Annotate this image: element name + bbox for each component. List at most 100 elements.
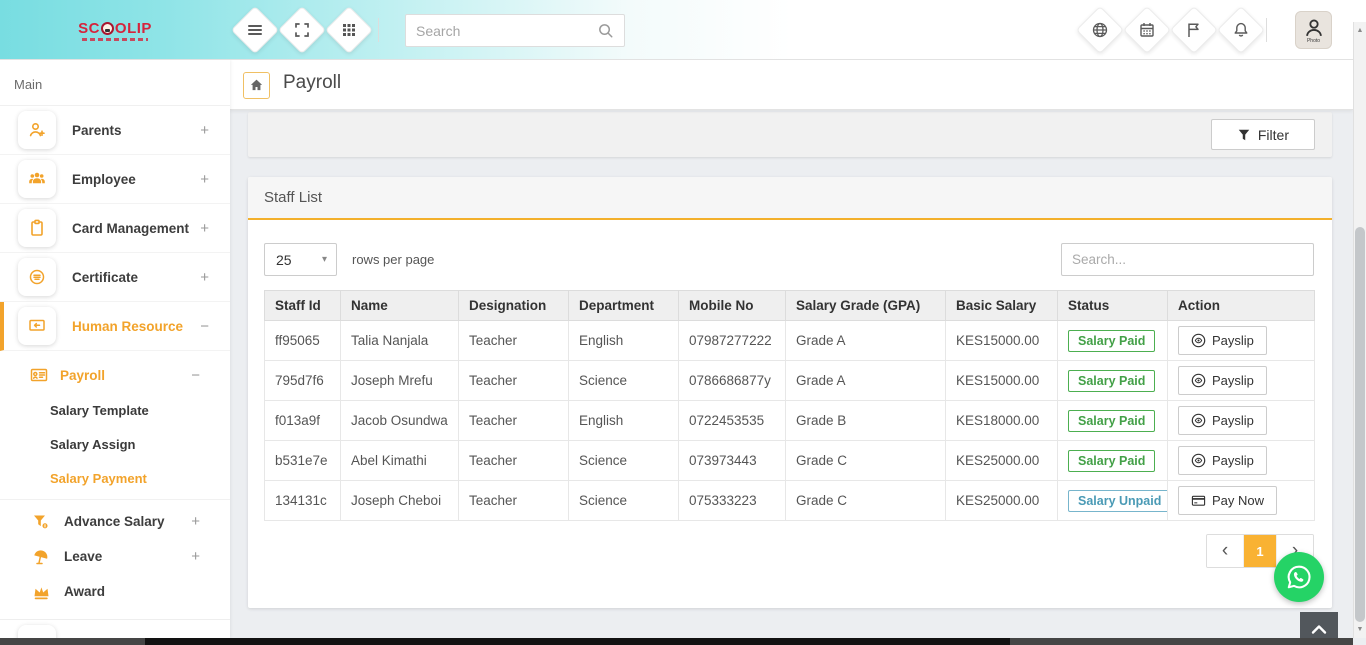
sidebar-item-parents[interactable]: Parents + (0, 106, 230, 155)
sidebar-item-payroll[interactable]: Payroll − (0, 357, 230, 393)
table-row: 795d7f6 Joseph Mrefu Teacher Science 078… (265, 361, 1315, 401)
notifications-button[interactable] (1217, 6, 1265, 54)
sidebar-item-employee[interactable]: Employee + (0, 155, 230, 204)
horizontal-scrollbar-thumb[interactable] (145, 638, 1010, 645)
payslip-button[interactable]: Payslip (1178, 326, 1267, 355)
logo[interactable]: SC OLIP (0, 0, 230, 60)
pagination-page-1-button[interactable]: 1 (1243, 535, 1277, 567)
page-title: Payroll (283, 72, 341, 94)
sidebar-item-label: Award (64, 584, 105, 599)
rows-per-page-select[interactable]: 25 ▾ (264, 243, 337, 276)
expand-plus-icon: + (191, 548, 200, 565)
table-row: ff95065 Talia Nanjala Teacher English 07… (265, 321, 1315, 361)
eye-icon (1191, 333, 1206, 348)
user-avatar-button[interactable]: Photo (1295, 11, 1332, 49)
cell-name: Talia Nanjala (341, 321, 459, 361)
sidebar-item-salary-template[interactable]: Salary Template (0, 393, 230, 427)
status-badge: Salary Paid (1068, 330, 1155, 352)
cell-grade: Grade C (786, 441, 946, 481)
sidebar-item-certificate[interactable]: Certificate + (0, 253, 230, 302)
cell-mobile: 0722453535 (679, 401, 786, 441)
flag-button[interactable] (1170, 6, 1218, 54)
cell-grade: Grade B (786, 401, 946, 441)
app-screen: SC OLIP (0, 0, 1366, 645)
action-label: Payslip (1212, 373, 1254, 388)
cell-department: Science (569, 441, 679, 481)
cell-mobile: 073973443 (679, 441, 786, 481)
scrollbar-down-arrow[interactable]: ▼ (1354, 626, 1366, 633)
table-header-row: Staff Id Name Designation Department Mob… (265, 291, 1315, 321)
cell-mobile: 07987277222 (679, 321, 786, 361)
table-search-input[interactable] (1061, 243, 1314, 276)
collapse-minus-icon: − (191, 367, 200, 384)
search-icon (597, 22, 614, 39)
sidebar-item-label: Human Resource (72, 319, 183, 334)
cell-staff-id: f013a9f (265, 401, 341, 441)
clipboard-icon (18, 209, 56, 247)
sidebar-item-label: Parents (72, 123, 122, 138)
cell-designation: Teacher (459, 441, 569, 481)
cell-salary: KES18000.00 (946, 401, 1058, 441)
sidebar-item-leave[interactable]: Leave + (0, 539, 230, 574)
menu-toggle-button[interactable] (231, 6, 279, 54)
cell-department: English (569, 321, 679, 361)
cell-staff-id: 134131c (265, 481, 341, 521)
parents-icon (18, 111, 56, 149)
cell-designation: Teacher (459, 481, 569, 521)
sidebar-item-salary-payment[interactable]: Salary Payment (0, 461, 230, 495)
logo-text: SC OLIP (78, 20, 152, 37)
certificate-icon (18, 258, 56, 296)
vertical-scrollbar-thumb[interactable] (1355, 227, 1365, 622)
vertical-scrollbar[interactable]: ▲ ▼ (1353, 22, 1366, 638)
col-basic-salary: Basic Salary (946, 291, 1058, 321)
cell-name: Joseph Cheboi (341, 481, 459, 521)
employee-icon (18, 160, 56, 198)
staff-list-title: Staff List (248, 177, 1332, 220)
award-crown-icon (32, 583, 50, 601)
horizontal-scrollbar[interactable] (0, 638, 1353, 645)
topbar: SC OLIP (0, 0, 1366, 60)
sidebar-section-label: Main (0, 60, 230, 105)
payslip-button[interactable]: Payslip (1178, 446, 1267, 475)
staff-table: Staff Id Name Designation Department Mob… (264, 290, 1314, 521)
sidebar-item-label: Certificate (72, 270, 138, 285)
cell-department: Science (569, 481, 679, 521)
whatsapp-button[interactable] (1274, 552, 1324, 602)
sidebar-item-salary-assign[interactable]: Salary Assign (0, 427, 230, 461)
cell-designation: Teacher (459, 361, 569, 401)
payslip-button[interactable]: Payslip (1178, 366, 1267, 395)
status-badge: Salary Paid (1068, 410, 1155, 432)
rows-per-page-value: 25 (276, 252, 292, 268)
language-button[interactable] (1076, 6, 1124, 54)
sidebar-item-award[interactable]: Award (0, 574, 230, 609)
hamburger-icon (246, 21, 264, 39)
fullscreen-button[interactable] (278, 6, 326, 54)
col-department: Department (569, 291, 679, 321)
sidebar-item-human-resource[interactable]: Human Resource − (0, 302, 230, 351)
pagination-prev-button[interactable]: ‹ (1207, 535, 1243, 567)
scrollbar-up-arrow[interactable]: ▲ (1354, 27, 1366, 34)
sidebar-item-label: Card Management (72, 221, 189, 236)
apps-grid-button[interactable] (325, 6, 373, 54)
calendar-button[interactable] (1123, 6, 1171, 54)
table-row: b531e7e Abel Kimathi Teacher Science 073… (265, 441, 1315, 481)
sidebar-item-label: Payroll (60, 368, 105, 383)
payslip-button[interactable]: Payslip (1178, 406, 1267, 435)
filter-button[interactable]: Filter (1211, 119, 1315, 150)
col-name: Name (341, 291, 459, 321)
table-row: f013a9f Jacob Osundwa Teacher English 07… (265, 401, 1315, 441)
home-button[interactable] (243, 72, 270, 99)
col-salary-grade: Salary Grade (GPA) (786, 291, 946, 321)
credit-card-icon (1191, 493, 1206, 508)
cell-name: Abel Kimathi (341, 441, 459, 481)
pay-now-button[interactable]: Pay Now (1178, 486, 1277, 515)
main-content: Filter Staff List 25 ▾ rows per page (230, 110, 1353, 638)
sidebar-item-advance-salary[interactable]: Advance Salary + (0, 504, 230, 539)
staff-list-card: Staff List 25 ▾ rows per page Staff Id (248, 177, 1332, 608)
global-search (405, 14, 625, 47)
sidebar-item-card-management[interactable]: Card Management + (0, 204, 230, 253)
cell-designation: Teacher (459, 321, 569, 361)
global-search-input[interactable] (416, 23, 597, 39)
sidebar-item-partial[interactable] (0, 619, 230, 638)
action-label: Payslip (1212, 333, 1254, 348)
